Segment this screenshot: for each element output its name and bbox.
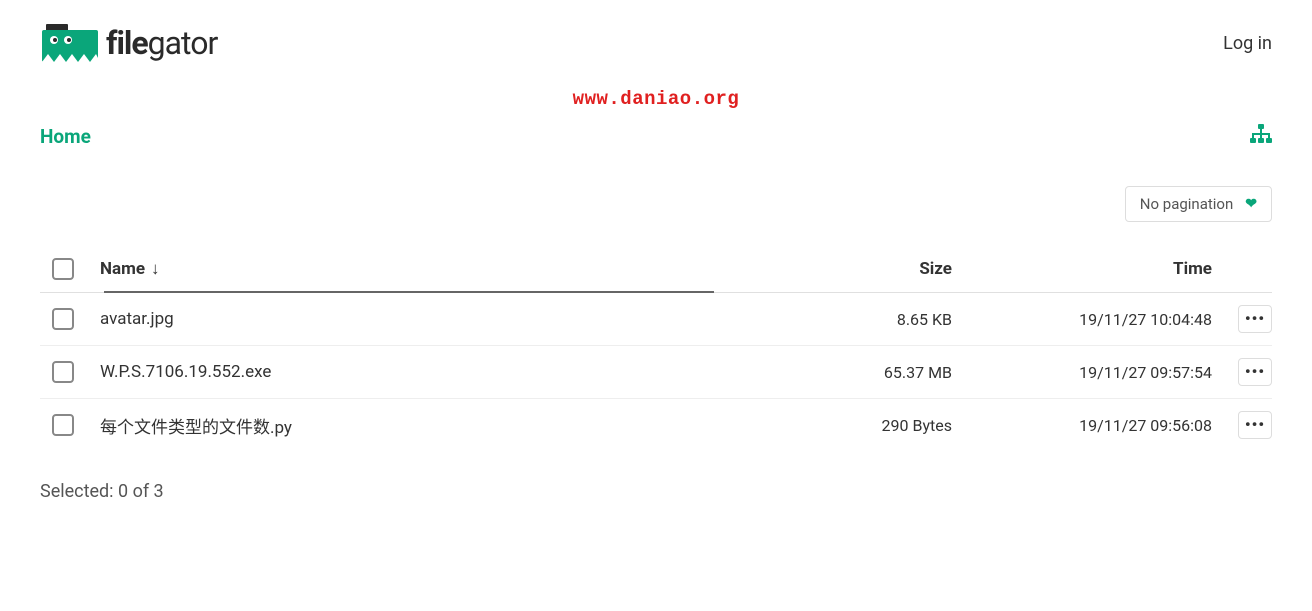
row-actions-button[interactable]: ••• [1238,358,1272,386]
file-name[interactable]: avatar.jpg [100,309,772,329]
row-check-cell [40,414,100,436]
file-time: 19/11/27 10:04:48 [952,310,1212,329]
table-row: avatar.jpg 8.65 KB 19/11/27 10:04:48 ••• [40,293,1272,346]
table-header: Name ↓ Size Time [40,258,1272,293]
pagination-row: No pagination ❤ [0,148,1312,222]
row-actions-button[interactable]: ••• [1238,305,1272,333]
table-row: 每个文件类型的文件数.py 290 Bytes 19/11/27 09:56:0… [40,399,1272,451]
logo[interactable]: filegator [40,22,217,64]
row-actions-cell: ••• [1212,411,1272,439]
logo-gator-icon [40,22,100,64]
file-name[interactable]: 每个文件类型的文件数.py [100,413,772,438]
table-row: W.P.S.7106.19.552.exe 65.37 MB 19/11/27 … [40,346,1272,399]
row-actions-cell: ••• [1212,358,1272,386]
logo-text: filegator [106,24,217,62]
file-size: 8.65 KB [772,310,952,329]
row-actions-button[interactable]: ••• [1238,411,1272,439]
file-size: 65.37 MB [772,363,952,382]
row-checkbox[interactable] [52,308,74,330]
file-time: 19/11/27 09:57:54 [952,363,1212,382]
login-link[interactable]: Log in [1223,33,1272,54]
select-all-checkbox[interactable] [52,258,74,280]
pagination-select[interactable]: No pagination ❤ [1125,186,1272,222]
sitemap-icon[interactable] [1250,124,1272,148]
selected-count: Selected: 0 of 3 [0,451,1312,502]
column-header-time[interactable]: Time [952,259,1212,279]
breadcrumb-home[interactable]: Home [40,125,91,148]
watermark-text: www.daniao.org [573,88,740,110]
row-check-cell [40,361,100,383]
column-name-label: Name [100,259,145,279]
header: filegator Log in [0,0,1312,64]
row-checkbox[interactable] [52,361,74,383]
row-check-cell [40,308,100,330]
chevron-down-icon: ❤ [1245,196,1257,212]
logo-text-gator: gator [148,24,218,62]
logo-text-file: file [106,24,148,62]
ellipsis-icon: ••• [1245,364,1265,380]
ellipsis-icon: ••• [1245,311,1265,327]
column-header-name[interactable]: Name ↓ [100,259,772,279]
header-underline [104,291,714,293]
select-all-cell [40,258,100,280]
row-actions-cell: ••• [1212,305,1272,333]
file-time: 19/11/27 09:56:08 [952,416,1212,435]
ellipsis-icon: ••• [1245,417,1265,433]
file-name[interactable]: W.P.S.7106.19.552.exe [100,362,772,382]
pagination-label: No pagination [1140,195,1233,213]
column-header-size[interactable]: Size [772,259,952,279]
row-checkbox[interactable] [52,414,74,436]
file-size: 290 Bytes [772,416,952,435]
file-table: Name ↓ Size Time avatar.jpg 8.65 KB 19/1… [40,258,1272,451]
sort-down-icon: ↓ [151,259,160,279]
